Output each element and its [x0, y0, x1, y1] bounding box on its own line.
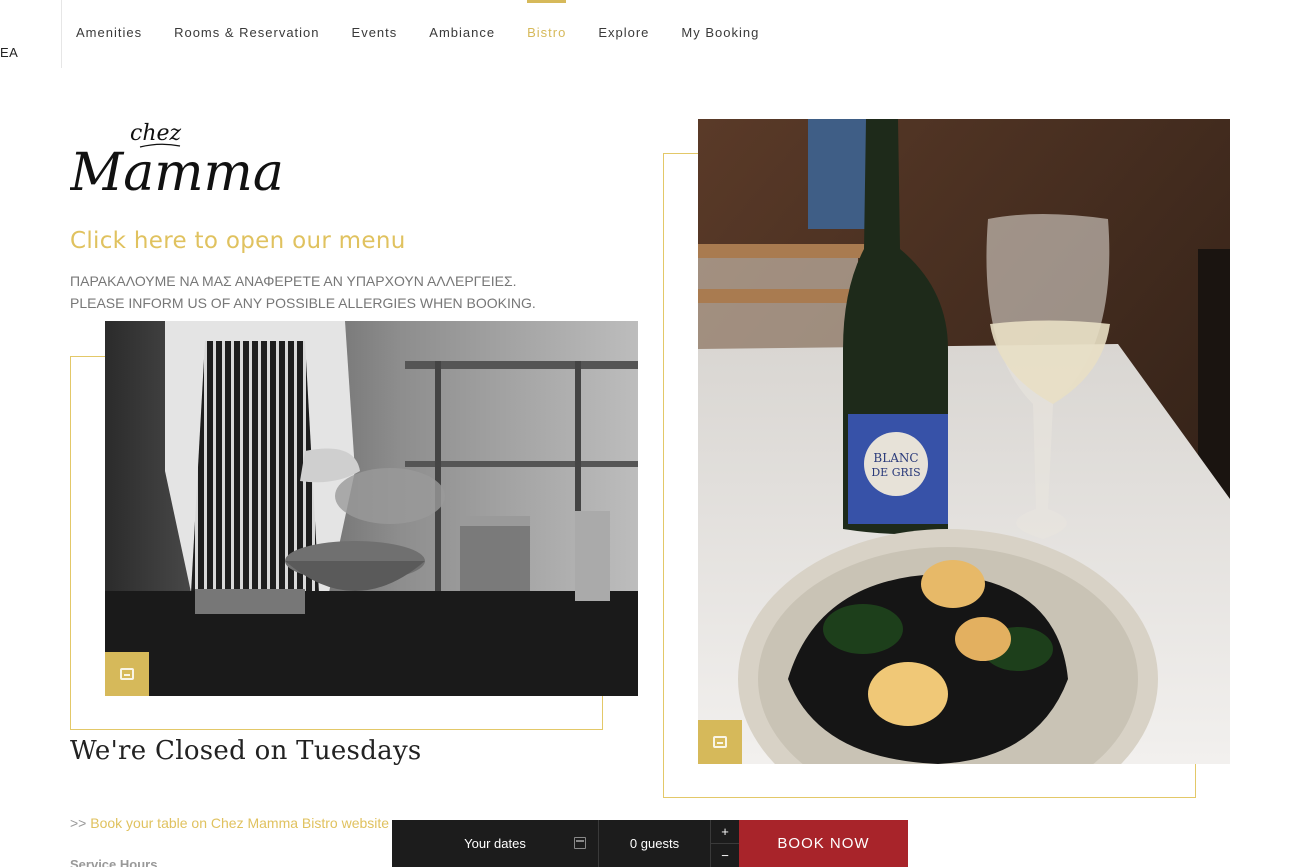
allergy-notice: ΠΑΡΑΚΑΛΟΥΜΕ ΝΑ ΜΑΣ ΑΝΑΦΕΡΕΤΕ ΑΝ ΥΠΑΡΧΟΥΝ… — [70, 270, 536, 314]
allergy-notice-english: PLEASE INFORM US OF ANY POSSIBLE ALLERGI… — [70, 295, 536, 311]
main-nav: Amenities Rooms & Reservation Events Amb… — [76, 0, 791, 68]
nav-item-explore[interactable]: Explore — [598, 0, 649, 40]
chef-kitchen-photo — [105, 321, 638, 696]
wine-dinner-photo: BLANC DE GRIS — [698, 119, 1230, 764]
book-table-line: >> Book your table on Chez Mamma Bistro … — [70, 815, 389, 831]
nav-item-ambiance[interactable]: Ambiance — [429, 0, 495, 40]
nav-item-bistro[interactable]: Bistro — [527, 0, 567, 40]
book-table-link[interactable]: Book your table on Chez Mamma Bistro web… — [90, 815, 389, 831]
guests-stepper: + − — [711, 820, 739, 867]
allergy-notice-greek: ΠΑΡΑΚΑΛΟΥΜΕ ΝΑ ΜΑΣ ΑΝΑΦΕΡΕΤΕ ΑΝ ΥΠΑΡΧΟΥΝ… — [70, 273, 517, 289]
open-menu-link[interactable]: Click here to open our menu — [70, 228, 406, 254]
site-logo[interactable]: EA — [0, 45, 18, 60]
dates-label: Your dates — [464, 836, 526, 851]
gallery-button[interactable] — [105, 652, 149, 696]
calendar-icon — [574, 837, 586, 849]
nav-item-amenities[interactable]: Amenities — [76, 0, 142, 40]
book-now-button[interactable]: BOOK NOW — [739, 820, 908, 867]
closed-notice: We're Closed on Tuesdays — [70, 736, 422, 766]
gallery-icon — [120, 668, 134, 680]
gallery-button[interactable] — [698, 720, 742, 764]
nav-divider — [61, 0, 62, 68]
nav-item-rooms-reservation[interactable]: Rooms & Reservation — [174, 0, 319, 40]
guests-plus-button[interactable]: + — [711, 820, 739, 844]
book-prefix: >> — [70, 815, 87, 831]
wine-label-line1: BLANC — [873, 451, 918, 465]
brand-large-text: Mamma — [70, 143, 284, 203]
guests-field[interactable]: 0 guests — [599, 820, 711, 867]
service-hours-heading: Service Hours — [70, 857, 158, 867]
chez-mamma-logo: chez Mamma — [69, 112, 300, 207]
gallery-icon — [713, 736, 727, 748]
nav-item-events[interactable]: Events — [352, 0, 398, 40]
booking-bar: Your dates 0 guests + − BOOK NOW — [392, 820, 908, 867]
guests-minus-button[interactable]: − — [711, 844, 739, 867]
wine-label-line2: DE GRIS — [871, 466, 920, 479]
nav-item-my-booking[interactable]: My Booking — [681, 0, 759, 40]
dates-field[interactable]: Your dates — [392, 820, 599, 867]
